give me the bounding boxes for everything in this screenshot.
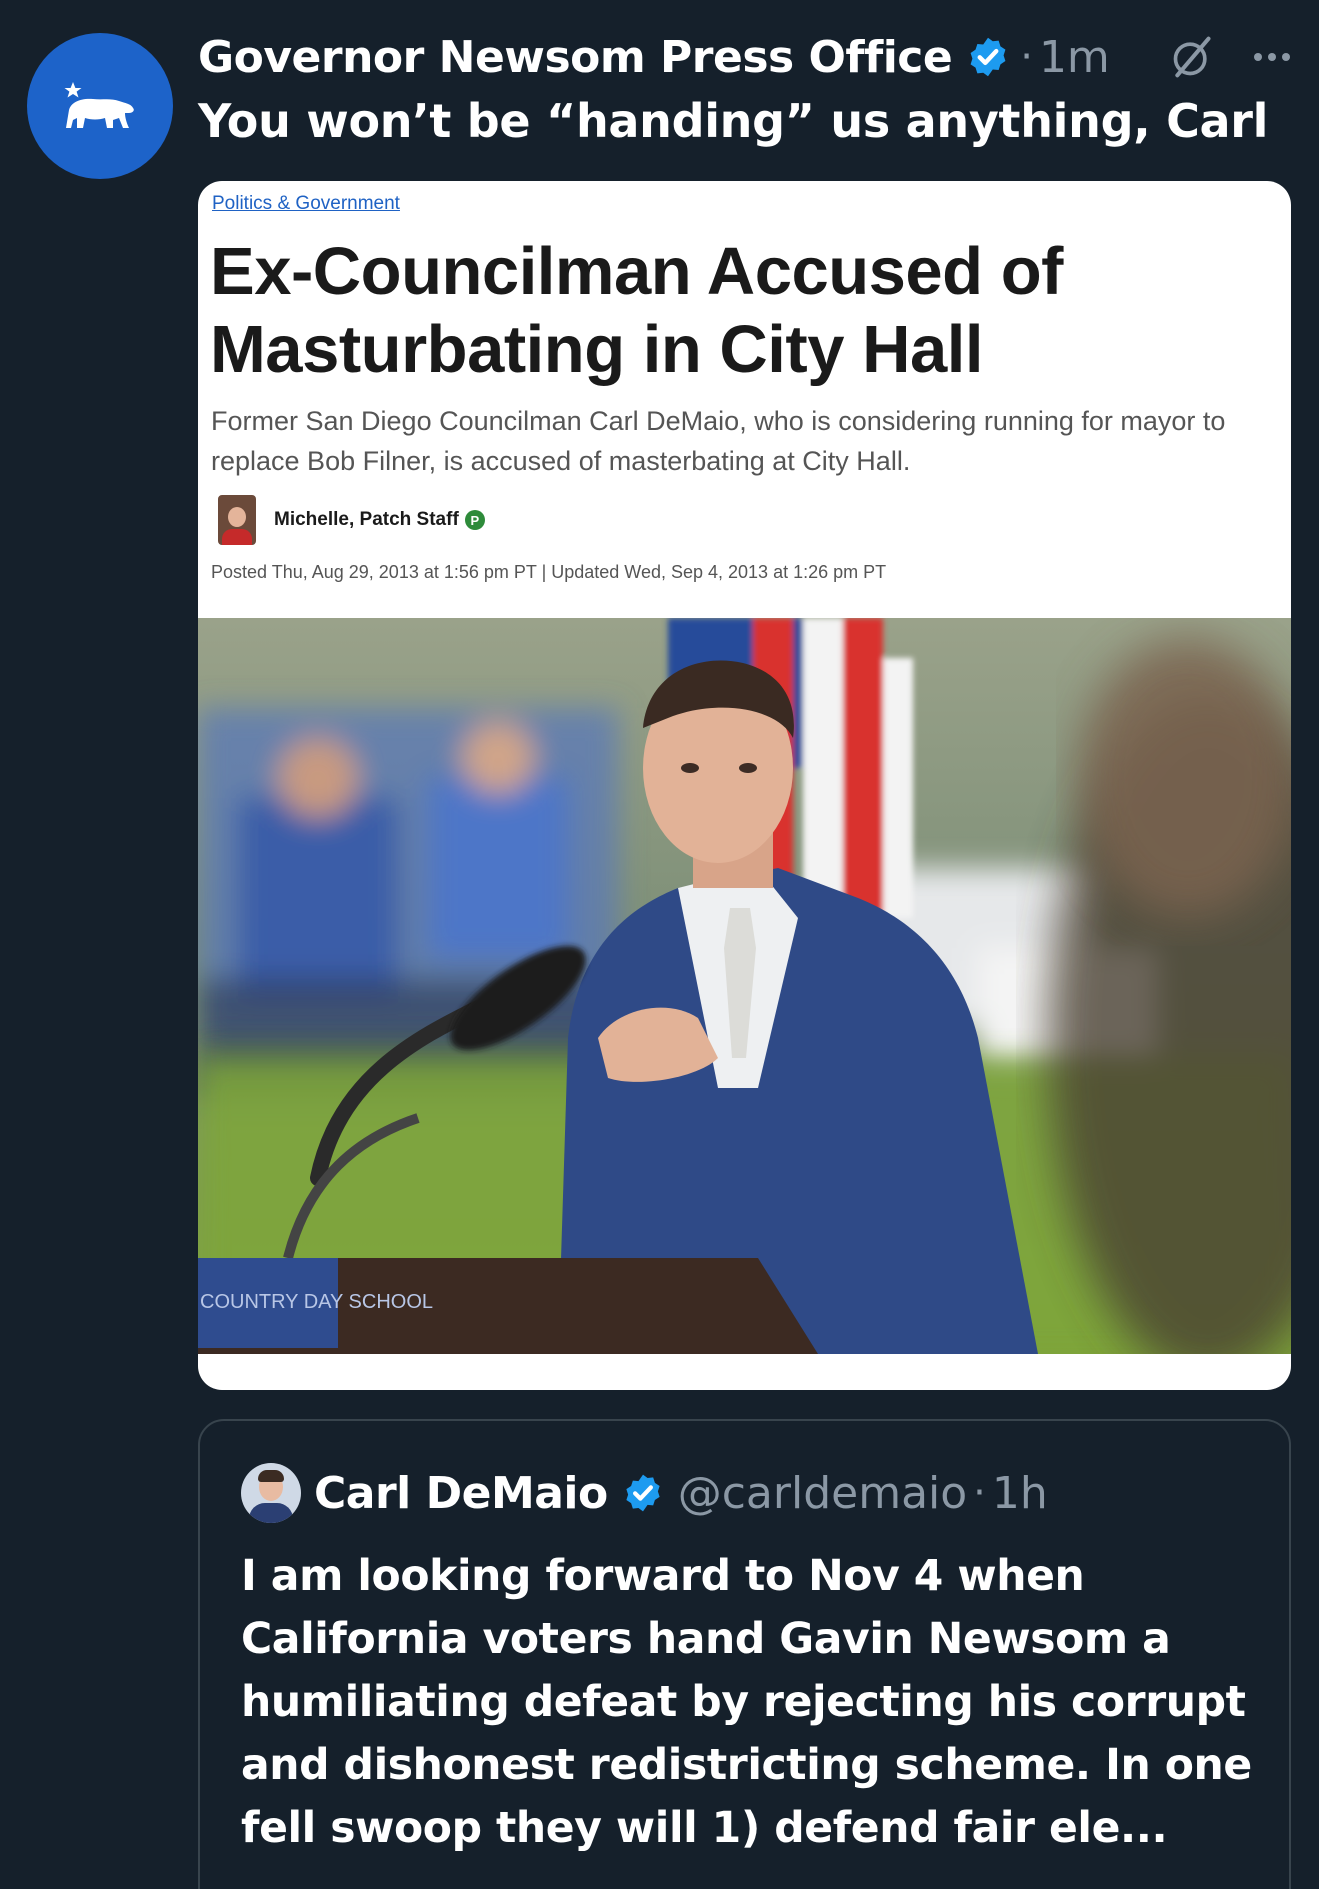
quoted-post-timestamp[interactable]: 1h: [992, 1468, 1048, 1519]
article-category: Politics & Government: [212, 193, 400, 214]
post-header: Governor Newsom Press Office · 1m: [198, 28, 1299, 86]
grok-icon[interactable]: [1170, 35, 1214, 79]
post-text: You won’t be “handing” us anything, Carl: [198, 94, 1269, 148]
podium-sign-text: COUNTRY DAY SCHOOL: [200, 1291, 433, 1313]
author-display-name[interactable]: Governor Newsom Press Office: [198, 32, 953, 83]
verified-badge-icon[interactable]: [622, 1472, 664, 1514]
quoted-post[interactable]: Carl DeMaio @carldemaio · 1h I am lookin…: [198, 1419, 1291, 1889]
article-byline: Michelle, Patch Staff P: [218, 495, 485, 545]
quoted-post-header: Carl DeMaio @carldemaio · 1h: [241, 1463, 1048, 1523]
post[interactable]: Governor Newsom Press Office · 1m You wo…: [0, 0, 1319, 1889]
article-title: Ex-Councilman Accused of Masturbating in…: [210, 234, 1063, 387]
post-timestamp[interactable]: 1m: [1039, 32, 1110, 83]
patch-badge-icon: P: [464, 510, 485, 530]
california-bear-star-icon: [64, 82, 134, 128]
article-author-name: Michelle, Patch Staff: [274, 509, 459, 530]
quoted-author-handle[interactable]: @carldemaio: [678, 1468, 967, 1519]
more-options-icon[interactable]: [1253, 53, 1290, 61]
verified-badge-icon[interactable]: [966, 35, 1010, 79]
article-summary: Former San Diego Councilman Carl DeMaio,…: [211, 406, 1226, 476]
article-author-avatar: [218, 495, 256, 545]
article-photo: COUNTRY DAY SCHOOL: [198, 618, 1291, 1354]
time-separator: ·: [973, 1470, 986, 1516]
embedded-article-image[interactable]: Politics & Government Ex-Councilman Accu…: [198, 181, 1291, 1390]
article-dates: Posted Thu, Aug 29, 2013 at 1:56 pm PT |…: [211, 562, 887, 582]
quoted-author-avatar[interactable]: [241, 1463, 301, 1523]
time-separator: ·: [1020, 34, 1033, 80]
quoted-post-text: I am looking forward to Nov 4 when Calif…: [241, 1552, 1252, 1853]
author-avatar[interactable]: [27, 33, 173, 179]
quoted-author-display-name[interactable]: Carl DeMaio: [314, 1468, 608, 1519]
